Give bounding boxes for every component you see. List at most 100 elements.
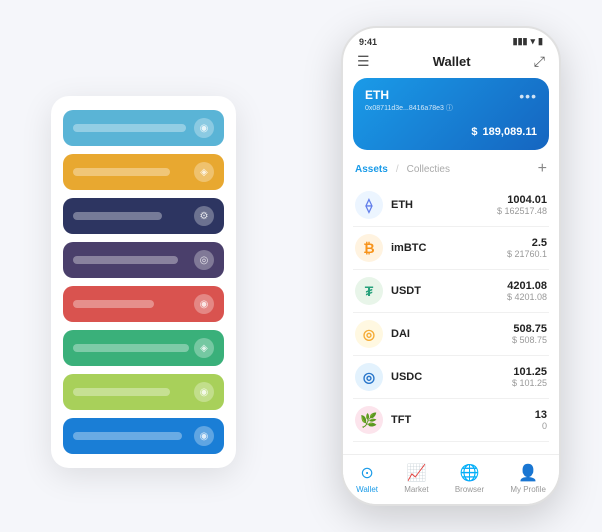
nav-icon: 📈 [406,463,426,483]
card-icon: ◉ [194,382,214,402]
card-item[interactable]: ◉ [63,286,224,322]
eth-amount-value: 189,089.11 [483,126,537,138]
card-item[interactable]: ◎ [63,242,224,278]
asset-name: USDC [391,371,512,383]
card-icon: ◎ [194,250,214,270]
card-icon: ◉ [194,294,214,314]
assets-tabs: Assets / Collecties [355,164,450,175]
asset-values: 2.5$ 21760.1 [507,237,547,259]
asset-name: TFT [391,414,535,426]
nav-label: Market [404,485,428,494]
nav-item-my-profile[interactable]: 👤 My Profile [510,463,546,494]
status-bar: 9:41 ▮▮▮ ▾ ▮ [343,28,559,51]
asset-values: 1004.01$ 162517.48 [497,194,547,216]
asset-amount: 13 [535,409,547,421]
scene: ◉ ◈ ⚙ ◎ ◉ ◈ ◉ ◉ 9:41 ▮▮▮ ▾ ▮ ☰ Wallet ⤢ ETH [21,16,581,516]
asset-usd: $ 508.75 [512,335,547,345]
menu-icon[interactable]: ☰ [357,53,370,70]
expand-icon[interactable]: ⤢ [534,53,545,70]
card-item[interactable]: ◈ [63,154,224,190]
asset-values: 130 [535,409,547,431]
card-icon: ◉ [194,426,214,446]
phone-content: ETH 0x08711d3e...8416a78e3 ⓘ ••• $ 189,0… [343,78,559,454]
asset-amount: 2.5 [507,237,547,249]
card-stack: ◉ ◈ ⚙ ◎ ◉ ◈ ◉ ◉ [51,96,236,468]
phone-header: ☰ Wallet ⤢ [343,51,559,78]
card-bar [73,300,154,308]
wifi-icon: ▾ [531,36,536,47]
asset-name: imBTC [391,242,507,254]
asset-list: ⟠ ETH1004.01$ 162517.48 ₿ imBTC2.5$ 21760.1… [343,184,559,454]
card-bar [73,388,170,396]
asset-row[interactable]: ◎ DAI508.75$ 508.75 [353,313,549,356]
asset-values: 101.25$ 101.25 [512,366,547,388]
signal-icon: ▮▮▮ [513,36,528,47]
asset-amount: 101.25 [512,366,547,378]
asset-row[interactable]: 🌿 TFT130 [353,399,549,442]
status-icons: ▮▮▮ ▾ ▮ [513,36,543,47]
asset-values: 4201.08$ 4201.08 [507,280,547,302]
status-time: 9:41 [359,37,377,47]
asset-amount: 4201.08 [507,280,547,292]
tab-divider: / [396,164,399,175]
asset-usd: $ 21760.1 [507,249,547,259]
nav-label: Browser [455,485,484,494]
nav-item-wallet[interactable]: ⊙ Wallet [356,463,378,494]
tab-assets[interactable]: Assets [355,164,388,175]
asset-values: 508.75$ 508.75 [512,323,547,345]
asset-row[interactable]: ₮ USDT4201.08$ 4201.08 [353,270,549,313]
tab-collecties[interactable]: Collecties [407,164,450,175]
card-item[interactable]: ◉ [63,110,224,146]
asset-row[interactable]: ₿ imBTC2.5$ 21760.1 [353,227,549,270]
eth-card-address: 0x08711d3e...8416a78e3 ⓘ [365,103,453,113]
card-bar [73,344,189,352]
card-icon: ◈ [194,338,214,358]
card-bar [73,168,170,176]
card-bar [73,124,186,132]
eth-card-title: ETH [365,88,453,102]
asset-usd: $ 162517.48 [497,206,547,216]
nav-label: Wallet [356,485,378,494]
card-item[interactable]: ◈ [63,330,224,366]
asset-icon: ₮ [355,277,383,305]
wallet-title: Wallet [433,54,471,69]
nav-label: My Profile [510,485,546,494]
asset-usd: $ 4201.08 [507,292,547,302]
phone-frame: 9:41 ▮▮▮ ▾ ▮ ☰ Wallet ⤢ ETH 0x08711d3e..… [341,26,561,506]
asset-icon: ◎ [355,363,383,391]
asset-usd: $ 101.25 [512,378,547,388]
card-icon: ◈ [194,162,214,182]
asset-usd: 0 [535,421,547,431]
asset-icon: ⟠ [355,191,383,219]
card-item[interactable]: ◉ [63,418,224,454]
battery-icon: ▮ [538,36,543,47]
eth-more-icon[interactable]: ••• [519,88,537,104]
nav-item-market[interactable]: 📈 Market [404,463,428,494]
bottom-nav: ⊙ Wallet 📈 Market 🌐 Browser 👤 My Profile [343,454,559,504]
nav-icon: ⊙ [360,463,373,483]
asset-row[interactable]: ◎ USDC101.25$ 101.25 [353,356,549,399]
eth-card[interactable]: ETH 0x08711d3e...8416a78e3 ⓘ ••• $ 189,0… [353,78,549,150]
asset-icon: ₿ [355,234,383,262]
assets-header: Assets / Collecties + [343,158,559,184]
currency-symbol: $ [471,126,477,138]
asset-name: DAI [391,328,512,340]
asset-amount: 508.75 [512,323,547,335]
card-item[interactable]: ◉ [63,374,224,410]
add-asset-button[interactable]: + [538,160,547,178]
asset-amount: 1004.01 [497,194,547,206]
nav-icon: 👤 [518,463,538,483]
nav-icon: 🌐 [460,463,480,483]
card-bar [73,212,162,220]
card-bar [73,256,178,264]
asset-row[interactable]: ⟠ ETH1004.01$ 162517.48 [353,184,549,227]
eth-balance: $ 189,089.11 [365,119,537,140]
nav-item-browser[interactable]: 🌐 Browser [455,463,484,494]
asset-icon: ◎ [355,320,383,348]
asset-name: USDT [391,285,507,297]
card-icon: ⚙ [194,206,214,226]
asset-name: ETH [391,199,497,211]
asset-icon: 🌿 [355,406,383,434]
card-item[interactable]: ⚙ [63,198,224,234]
card-bar [73,432,182,440]
